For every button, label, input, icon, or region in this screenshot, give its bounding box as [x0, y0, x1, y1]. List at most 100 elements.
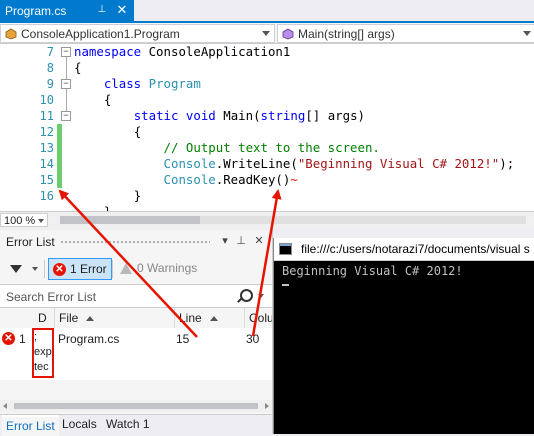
horizontal-scrollbar[interactable] [60, 216, 526, 224]
code-line-9: class Program [74, 76, 201, 92]
code-line-8: { [74, 60, 81, 76]
editor-tab-bar: Program.cs ⊥ ✕ [0, 0, 534, 23]
code-line-12: { [74, 124, 141, 140]
code-editor[interactable]: 7 8 9 10 11 12 13 14 15 16 − − − namespa… [0, 44, 534, 211]
class-icon [5, 28, 17, 39]
chevron-down-icon[interactable] [258, 294, 264, 298]
error-list-titlebar: Error List ▾ ⊥ ✕ [0, 230, 272, 252]
sort-ascending-icon [209, 316, 218, 322]
console-body[interactable]: Beginning Visual C# 2012! [274, 261, 534, 434]
scroll-left-icon[interactable] [3, 403, 7, 409]
toolbar-separator [44, 260, 45, 278]
type-name: Console [163, 172, 216, 187]
code-text: { [103, 92, 112, 107]
search-input[interactable] [4, 288, 228, 305]
collapse-icon[interactable]: − [61, 47, 71, 57]
method-icon [282, 28, 294, 39]
scroll-thumb[interactable] [60, 216, 200, 224]
code-line-13: // Output text to the screen. [74, 140, 380, 156]
errors-filter-button[interactable]: ✕ 1 Error [48, 258, 112, 280]
grip-dots [60, 240, 210, 245]
console-titlebar[interactable]: file:///c:/users/notarazi7/documents/vis… [274, 238, 534, 261]
member-dropdown-value: Main(string[] args) [298, 26, 395, 41]
warning-icon [120, 262, 132, 274]
code-line-16: } [74, 188, 141, 204]
column-label: File [59, 311, 79, 325]
file-cell: Program.cs [58, 332, 120, 346]
code-text: [] args) [305, 108, 365, 123]
console-cursor [282, 284, 289, 286]
zoom-value: 100 % [4, 215, 36, 227]
close-icon[interactable]: ✕ [252, 234, 266, 248]
code-text: { [74, 60, 82, 75]
warnings-filter-button[interactable]: 0 Warnings [116, 258, 208, 278]
outline-line [66, 89, 67, 111]
filter-icon [10, 265, 22, 273]
column-header-column[interactable]: Colu [244, 308, 272, 328]
editor-status-strip: 100 % [0, 211, 534, 229]
type-dropdown[interactable]: ConsoleApplication1.Program [0, 24, 275, 43]
table-row[interactable]: ✕ 1 ; exp tec Program.cs 15 30 [0, 328, 272, 380]
console-output: Beginning Visual C# 2012! [282, 264, 463, 278]
error-list-toolbar: ✕ 1 Error 0 Warnings [0, 256, 272, 282]
code-text: Main( [223, 108, 261, 123]
column-header-file[interactable]: File [54, 308, 174, 328]
tab-error-list[interactable]: Error List [2, 415, 59, 436]
close-icon[interactable]: ✕ [116, 3, 128, 17]
keyword: string [260, 108, 306, 123]
type-name: Program [148, 76, 201, 91]
tab-program-cs[interactable]: Program.cs ⊥ ✕ [0, 0, 134, 21]
string-literal: "Beginning Visual C# 2012!" [297, 156, 500, 171]
warnings-count-label: 0 Warnings [137, 261, 198, 275]
outline-line [66, 57, 67, 79]
line-number: 16 [39, 189, 54, 203]
zoom-dropdown[interactable]: 100 % [0, 213, 48, 227]
horizontal-scrollbar[interactable] [0, 400, 272, 412]
code-text: { [133, 124, 142, 139]
chevron-down-icon [38, 219, 44, 223]
keyword: void [185, 108, 216, 123]
code-text: .ReadKey() [215, 172, 291, 187]
panel-title: Error List [6, 235, 55, 249]
collapse-icon[interactable]: − [61, 111, 71, 121]
keyword: static [133, 108, 179, 123]
column-label: Colu [249, 311, 272, 325]
error-icon: ✕ [2, 332, 15, 345]
scroll-thumb[interactable] [14, 403, 258, 409]
row-number: 1 [19, 332, 26, 346]
keyword: class [103, 76, 142, 91]
console-window[interactable]: file:///c:/users/notarazi7/documents/vis… [273, 238, 534, 434]
scroll-right-icon[interactable] [265, 403, 269, 409]
line-number: 7 [46, 45, 54, 59]
code-line-7: namespace ConsoleApplication1 [74, 44, 290, 60]
tab-locals[interactable]: Locals [58, 415, 101, 434]
column-header-line[interactable]: Line [174, 308, 244, 328]
column-label: Line [179, 311, 202, 325]
member-dropdown[interactable]: Main(string[] args) [277, 24, 534, 43]
window-position-icon[interactable]: ▾ [218, 234, 232, 248]
pin-icon[interactable]: ⊥ [234, 234, 248, 248]
pin-icon[interactable]: ⊥ [96, 4, 108, 16]
code-text: ); [499, 156, 515, 171]
line-number: 15 [39, 173, 54, 187]
error-squiggle[interactable]: ~ [290, 172, 297, 187]
code-line-10: { [74, 92, 111, 108]
search-icon[interactable] [240, 289, 253, 302]
keyword: namespace [74, 44, 142, 59]
line-number: 8 [46, 61, 54, 75]
line-number: 11 [39, 109, 54, 123]
code-line-11: static void Main(string[] args) [74, 108, 365, 124]
code-line-14: Console.WriteLine("Beginning Visual C# 2… [74, 156, 515, 172]
chevron-down-icon [32, 267, 38, 271]
filter-button[interactable] [6, 260, 42, 278]
console-app-icon [279, 243, 292, 255]
chevron-down-icon [262, 31, 270, 36]
column-cell: 30 [246, 332, 260, 346]
collapse-icon[interactable]: − [61, 79, 71, 89]
column-header-description[interactable]: D [34, 308, 54, 328]
type-name: Console [163, 156, 216, 171]
highlight-box [32, 328, 54, 378]
tab-label: Program.cs [5, 3, 67, 18]
console-title: file:///c:/users/notarazi7/documents/vis… [301, 242, 530, 256]
tab-watch-1[interactable]: Watch 1 [102, 415, 154, 434]
